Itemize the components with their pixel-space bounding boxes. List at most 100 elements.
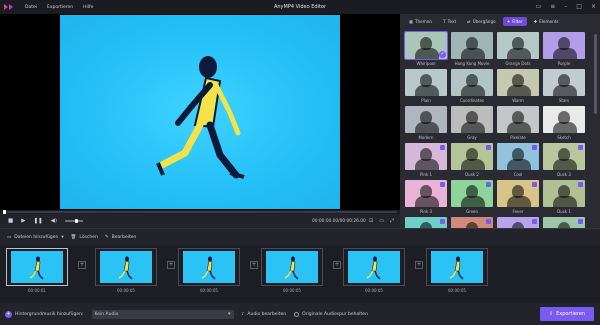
elements-icon: ✚ <box>533 19 538 24</box>
feedback-icon[interactable]: ▭ <box>536 3 542 10</box>
volume-icon[interactable]: ◀) <box>51 218 57 224</box>
filter-thumbnail <box>497 180 539 207</box>
filter-person-head <box>420 74 432 87</box>
lock-icon <box>440 145 445 150</box>
clip-thumbnail <box>183 251 235 283</box>
timeline-clip[interactable]: 00:00:05 <box>343 248 405 293</box>
add-files-button[interactable]: ▭ Dateien hinzufügen ▾ <box>7 235 64 240</box>
filter-name: Coordinates <box>459 98 484 103</box>
filter-item[interactable]: Coordinates <box>451 69 493 105</box>
add-music-icon: + <box>5 310 12 318</box>
filter-grid: ✓ Whirlpool Hong Kong Movie Orange Dots Purp… <box>404 31 589 253</box>
filter-person-head <box>512 74 524 87</box>
filter-item[interactable]: Warm <box>497 69 539 105</box>
edit-icon: ✎ <box>104 235 109 240</box>
add-transition-icon[interactable]: + <box>333 261 341 269</box>
add-transition-icon[interactable]: + <box>250 261 258 269</box>
filter-item[interactable]: Cool <box>497 143 539 179</box>
filter-item[interactable]: Modern <box>405 106 447 142</box>
filter-thumbnail <box>497 32 539 59</box>
add-files-label: Dateien hinzufügen <box>14 235 59 240</box>
snapshot-icon[interactable]: ⊡ <box>369 218 373 224</box>
timeline-clip[interactable]: 00:00:05 <box>178 248 240 293</box>
filter-person-head <box>420 185 432 198</box>
close-icon[interactable]: × <box>591 3 596 10</box>
filter-name: Fever <box>512 209 524 214</box>
filter-item[interactable]: Stars <box>543 69 585 105</box>
filter-item[interactable]: Dusk 1 <box>543 180 585 216</box>
filter-item[interactable]: Green <box>451 180 493 216</box>
filter-item[interactable]: Pink 1 <box>405 143 447 179</box>
filter-thumbnail <box>497 143 539 170</box>
clip-figure-image <box>201 256 216 280</box>
timeline-clip[interactable]: 00:00:05 <box>261 248 323 293</box>
filter-person-head <box>420 111 432 124</box>
play-icon[interactable]: ▶ <box>21 218 25 224</box>
volume-slider[interactable] <box>65 219 84 223</box>
delete-button[interactable]: 🗑 Löschen <box>71 235 98 240</box>
tab-label: Themen <box>414 19 433 24</box>
export-button[interactable]: ⇪ Exportieren <box>540 307 594 321</box>
filter-item[interactable]: Orange Dots <box>497 32 539 68</box>
filter-person-head <box>466 74 478 87</box>
filter-person-head <box>512 185 524 198</box>
menu-help[interactable]: Hilfe <box>83 5 93 10</box>
chevron-down-icon: ▾ <box>228 310 231 317</box>
clip-duration: 00:00:01 <box>28 288 46 293</box>
filter-thumbnail <box>451 106 493 133</box>
aspect-icon[interactable]: ▭ <box>379 218 384 224</box>
filter-item[interactable]: Dusk 3 <box>543 143 585 179</box>
panel-scrollbar[interactable] <box>594 34 597 114</box>
minimize-icon[interactable]: – <box>564 3 567 10</box>
filter-person-head <box>466 148 478 161</box>
menu-icon[interactable]: ≡ <box>550 3 555 10</box>
filter-item[interactable]: Fever <box>497 180 539 216</box>
lock-icon <box>440 219 445 224</box>
filter-item[interactable]: Dusk 2 <box>451 143 493 179</box>
menu-file[interactable]: Datei <box>25 5 37 10</box>
timeline-clip[interactable]: 00:00:01 <box>6 248 68 293</box>
filter-item[interactable]: Sketch <box>543 106 585 142</box>
tab--berg-nge[interactable]: ⇄ Übergänge <box>463 17 500 26</box>
tab-text[interactable]: T Text <box>439 17 460 26</box>
clip-figure-image <box>366 256 381 280</box>
pause-icon[interactable]: ❚❚ <box>33 218 42 224</box>
add-transition-icon[interactable]: + <box>78 261 86 269</box>
filter-item[interactable]: Gray <box>451 106 493 142</box>
filter-item[interactable]: Pink 3 <box>405 180 447 216</box>
time-display: 00:00:00.00/00:00:26.00 <box>312 218 366 224</box>
filter-thumbnail <box>405 69 447 96</box>
player-right-controls: ⊡ ▭ ⤢ <box>369 218 394 224</box>
app-logo-icon <box>3 3 15 11</box>
filter-name: Hong Kong Movie <box>454 61 490 66</box>
stop-icon[interactable]: ■ <box>8 218 13 224</box>
filter-item[interactable]: Pixelate <box>497 106 539 142</box>
filter-item[interactable]: Hong Kong Movie <box>451 32 493 68</box>
menu-export[interactable]: Exportieren <box>47 5 73 10</box>
transitions-icon: ⇄ <box>467 19 471 24</box>
tab-elements[interactable]: ✚ Elements <box>530 17 563 26</box>
tab-filter[interactable]: ✦ Filter <box>502 17 527 26</box>
timeline-clip[interactable]: 00:00:05 <box>95 248 157 293</box>
edit-audio-button[interactable]: ♪ Audio bearbeiten <box>242 312 287 317</box>
panel-tabs: ▦ Themen T Text ⇄ Übergänge ✦ Filter ✚ Elements <box>400 14 600 29</box>
filter-thumbnail <box>543 32 585 59</box>
filter-thumbnail <box>405 143 447 170</box>
add-music-button[interactable]: + Hintergrundmusik hinzufügen: <box>5 310 84 318</box>
add-transition-icon[interactable]: + <box>167 261 175 269</box>
add-transition-icon[interactable]: + <box>415 261 423 269</box>
keep-audio-toggle[interactable]: Originale Audiospur behalten <box>294 311 368 317</box>
video-preview[interactable] <box>60 15 340 209</box>
filter-item[interactable]: ✓ Whirlpool <box>404 31 448 68</box>
edit-button[interactable]: ✎ Bearbeiten <box>105 235 137 240</box>
filter-item[interactable]: Purple <box>543 32 585 68</box>
clip-thumbnail <box>266 251 318 283</box>
filter-item[interactable]: Plain <box>405 69 447 105</box>
fullscreen-icon[interactable]: ⤢ <box>390 218 394 224</box>
timeline-clip[interactable]: 00:00:05 <box>426 248 488 293</box>
tab-label: Text <box>447 19 457 24</box>
filter-name: Pink 3 <box>419 209 433 214</box>
maximize-icon[interactable]: □ <box>576 3 582 10</box>
audio-select[interactable]: Kein Audio ▾ <box>91 309 234 319</box>
tab-themen[interactable]: ▦ Themen <box>405 17 436 26</box>
